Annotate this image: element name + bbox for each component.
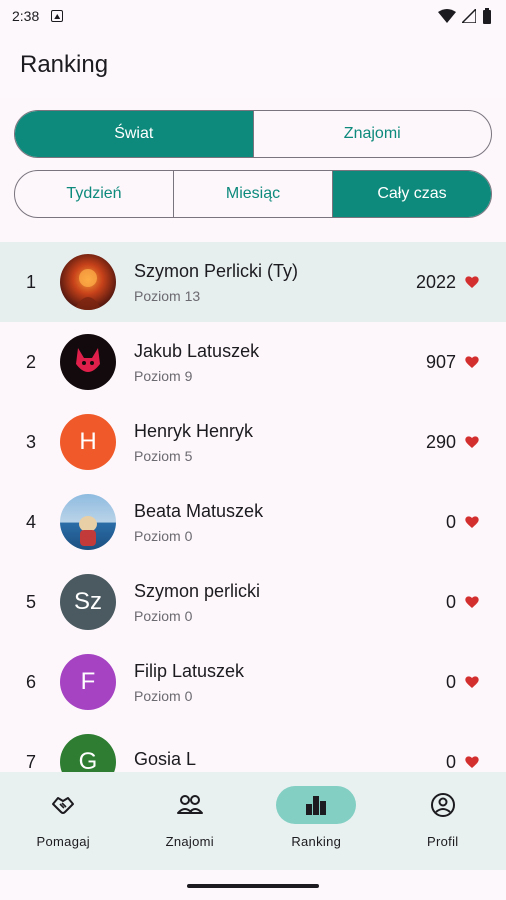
nav-item-znajomi[interactable]: Znajomi <box>127 786 254 870</box>
page-title: Ranking <box>20 51 109 78</box>
heart-icon <box>465 596 479 608</box>
account-circle-icon <box>430 793 455 817</box>
wifi-icon <box>438 9 456 23</box>
score-value: 0 <box>445 511 456 532</box>
nav-label: Ranking <box>291 834 342 849</box>
rank-number: 2 <box>26 351 37 372</box>
tab-month[interactable]: Miesiąc <box>174 171 333 217</box>
ranking-row[interactable]: 4 Beata Matuszek Poziom 0 0 <box>0 482 506 562</box>
bottom-navigation: Pomagaj Znajomi Ranking Profil <box>0 772 506 870</box>
avatar-letter: H <box>79 428 97 455</box>
status-bar: 2:38 <box>0 0 506 32</box>
avatar <box>60 494 116 550</box>
heart-icon <box>465 276 479 288</box>
signal-icon <box>462 9 476 23</box>
user-level: Poziom 0 <box>134 687 193 704</box>
rank-number: 7 <box>26 751 37 772</box>
score-value: 290 <box>425 431 456 452</box>
nav-item-ranking[interactable]: Ranking <box>253 786 380 870</box>
main-content: Świat Znajomi Tydzień Miesiąc Cały czas … <box>0 98 506 802</box>
avatar: H <box>60 414 116 470</box>
score-value: 2022 <box>415 271 456 292</box>
period-segmented-control: Tydzień Miesiąc Cały czas <box>14 170 492 218</box>
user-name: Szymon perlicki <box>134 580 261 601</box>
avatar-photo <box>76 348 100 372</box>
ranking-row[interactable]: 3 H Henryk Henryk Poziom 5 290 <box>0 402 506 482</box>
avatar-letter: Sz <box>73 588 102 615</box>
user-level: Poziom 9 <box>134 367 193 384</box>
rank-number: 6 <box>26 671 37 692</box>
nav-label: Znajomi <box>165 834 214 849</box>
ranking-row[interactable]: 2 Jakub Latuszek Poziom 9 907 <box>0 322 506 402</box>
avatar: Sz <box>60 574 116 630</box>
rank-number: 3 <box>26 431 37 452</box>
notification-icon <box>51 10 64 22</box>
user-name: Jakub Latuszek <box>134 340 260 361</box>
nav-item-pomagaj[interactable]: Pomagaj <box>0 786 127 870</box>
leaderboard-icon <box>306 796 327 815</box>
user-level: Poziom 5 <box>134 447 193 464</box>
user-name: Szymon Perlicki (Ty) <box>134 260 299 281</box>
heart-icon <box>465 756 479 768</box>
user-level: Poziom 0 <box>134 527 193 544</box>
avatar: F <box>60 654 116 710</box>
user-name: Gosia L <box>134 748 197 769</box>
user-name: Filip Latuszek <box>134 660 245 681</box>
nav-label: Profil <box>427 834 459 849</box>
score-value: 907 <box>425 351 456 372</box>
user-name: Henryk Henryk <box>134 420 254 441</box>
score-value: 0 <box>445 751 456 772</box>
rank-number: 5 <box>26 591 37 612</box>
nav-item-profil[interactable]: Profil <box>380 786 506 870</box>
status-time: 2:38 <box>12 8 40 24</box>
gesture-handle[interactable] <box>187 884 319 888</box>
heart-icon <box>465 356 479 368</box>
nav-label: Pomagaj <box>36 834 90 849</box>
heart-icon <box>465 676 479 688</box>
avatar-photo <box>79 516 97 546</box>
user-level: Poziom 0 <box>134 607 193 624</box>
rank-number: 1 <box>26 271 37 292</box>
user-level: Poziom 13 <box>134 287 201 304</box>
battery-icon <box>483 8 491 24</box>
people-icon <box>176 795 203 814</box>
scope-segmented-control: Świat Znajomi <box>14 110 492 158</box>
avatar <box>60 334 116 390</box>
gesture-bar <box>0 870 506 900</box>
tab-world[interactable]: Świat <box>15 111 254 157</box>
ranking-row[interactable]: 1 Szymon Perlicki (Ty) Poziom 13 2022 <box>0 242 506 322</box>
tab-week[interactable]: Tydzień <box>15 171 174 217</box>
ranking-list: 1 Szymon Perlicki (Ty) Poziom 13 2022 2 … <box>0 242 506 802</box>
avatar-letter: F <box>80 668 96 695</box>
ranking-row[interactable]: 5 Sz Szymon perlicki Poziom 0 0 <box>0 562 506 642</box>
tab-all-time[interactable]: Cały czas <box>333 171 491 217</box>
score-value: 0 <box>445 591 456 612</box>
avatar-photo <box>74 269 102 310</box>
ranking-row[interactable]: 6 F Filip Latuszek Poziom 0 0 <box>0 642 506 722</box>
tab-friends[interactable]: Znajomi <box>254 111 492 157</box>
score-value: 0 <box>445 671 456 692</box>
rank-number: 4 <box>26 511 37 532</box>
handshake-icon <box>52 797 75 814</box>
user-name: Beata Matuszek <box>134 500 264 521</box>
heart-icon <box>465 436 479 448</box>
avatar <box>60 254 116 310</box>
app-bar: Ranking <box>0 32 506 98</box>
heart-icon <box>465 516 479 528</box>
